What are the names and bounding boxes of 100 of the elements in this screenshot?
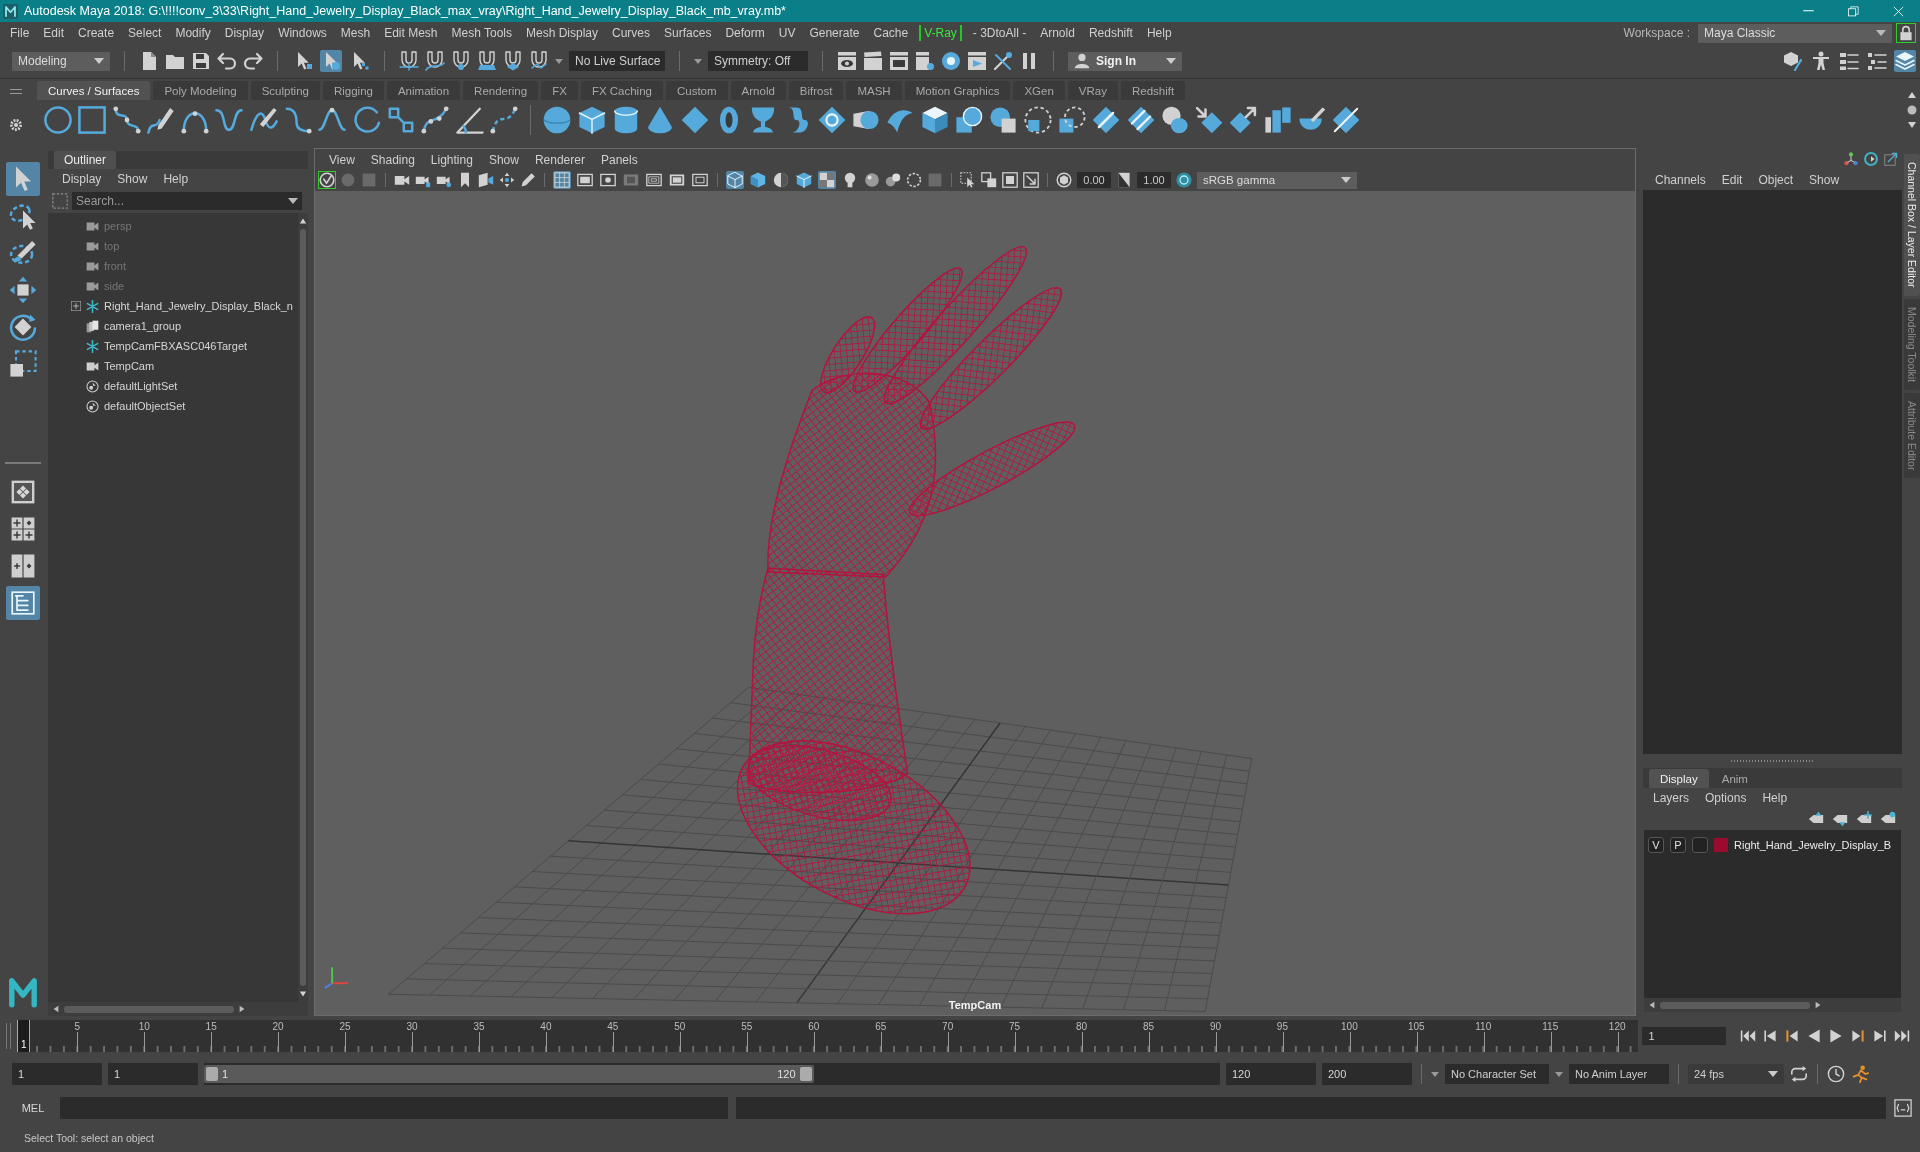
scrollbar-thumb[interactable] [300, 229, 306, 986]
settings-list-icon[interactable] [1866, 50, 1888, 72]
menu-item[interactable]: File [3, 25, 37, 41]
panel-menu-item[interactable]: Options [1697, 791, 1755, 805]
cube-icon[interactable] [577, 106, 606, 134]
shelf-tab[interactable]: Redshift [1120, 81, 1186, 100]
current-frame-marker[interactable]: 1 [17, 1020, 31, 1052]
menu-item[interactable]: Create [71, 25, 122, 41]
search-field[interactable]: Search... [72, 192, 302, 210]
go-to-start-icon[interactable] [1740, 1028, 1757, 1044]
round-dot-icon[interactable] [1907, 104, 1917, 115]
shelf-tab[interactable]: Motion Graphics [904, 81, 1011, 100]
image-plane-icon[interactable] [478, 172, 494, 188]
side-tab[interactable]: Modeling Toolkit [1904, 298, 1920, 390]
clapper-play-icon[interactable] [967, 51, 987, 71]
aperture-icon[interactable] [1056, 172, 1072, 188]
shelf-tab[interactable]: Rigging [322, 81, 384, 100]
grip-handle[interactable] [6, 1023, 11, 1049]
circle-square-icon[interactable] [955, 106, 983, 134]
menu-item[interactable]: UV [771, 25, 803, 41]
running-figure-icon[interactable] [1851, 1065, 1869, 1083]
save-icon[interactable] [191, 51, 211, 71]
magnet-curve-icon[interactable] [425, 51, 445, 71]
menu-item[interactable]: Generate [802, 25, 867, 41]
shelf-tab[interactable]: Rendering [463, 81, 539, 100]
shelf-tab[interactable]: Curves / Surfaces [37, 81, 151, 100]
diamond-icon[interactable] [680, 106, 709, 134]
panel-menu-item[interactable]: Display [54, 172, 110, 186]
scroll-right-icon[interactable] [238, 1005, 246, 1013]
double-striped-diamond-icon[interactable] [1126, 106, 1155, 134]
cube-tool-icon[interactable] [1782, 50, 1804, 72]
close-icon[interactable] [1893, 5, 1904, 17]
menu-item[interactable]: Mesh Display [519, 25, 606, 41]
shelf-tab[interactable]: VRay [1067, 81, 1118, 100]
wave-curve-icon[interactable] [215, 106, 244, 134]
shaded-box-icon[interactable] [920, 106, 949, 134]
linked-squares-icon[interactable] [386, 106, 415, 134]
film-gate-icon[interactable] [576, 171, 594, 189]
menu-item[interactable]: Cache [866, 25, 916, 41]
command-result-field[interactable] [736, 1097, 1886, 1119]
curve-point-icon[interactable] [318, 106, 347, 134]
scroll-right-icon[interactable] [1814, 1001, 1822, 1009]
sphere-icon[interactable] [543, 106, 572, 134]
menu-item[interactable]: Mesh Tools [444, 25, 519, 41]
gamma-field[interactable]: 1.00 [1137, 172, 1171, 188]
curve-points-icon[interactable] [421, 106, 450, 134]
restore-icon[interactable] [1848, 5, 1859, 17]
visibility-toggle[interactable]: V [1648, 837, 1664, 853]
shelf-tab[interactable]: Animation [386, 81, 461, 100]
workspace-dropdown[interactable]: Maya Classic [1698, 23, 1892, 43]
outliner-layout-icon[interactable] [6, 586, 40, 620]
arrow-out-diamond-icon[interactable] [1229, 106, 1258, 134]
side-tab[interactable]: Channel Box / Layer Editor [1904, 154, 1920, 296]
menu-item[interactable]: Surfaces [657, 25, 719, 41]
open-arc-icon[interactable] [352, 106, 381, 134]
overlapping-squares-icon[interactable] [981, 172, 997, 188]
panel-menu-item[interactable]: Lighting [422, 153, 481, 167]
field-chart-icon[interactable] [645, 171, 663, 189]
panel-menu-item[interactable]: Panels [592, 153, 646, 167]
render-view-icon[interactable] [837, 51, 857, 71]
panel-menu-item[interactable]: Renderer [526, 153, 593, 167]
playback-end-field[interactable]: 120 [1226, 1063, 1316, 1085]
panel-menu-item[interactable]: Channels [1647, 173, 1714, 187]
panel-menu-item[interactable]: Object [1750, 173, 1802, 187]
shelf-tab[interactable]: Custom [665, 81, 728, 100]
view-transform-dropdown[interactable]: sRGB gamma [1197, 171, 1357, 189]
splitter-handle[interactable] [1730, 760, 1815, 762]
striped-diamond-icon[interactable] [1092, 106, 1121, 134]
side-tab[interactable]: Attribute Editor [1904, 392, 1920, 479]
undo-icon[interactable] [217, 51, 237, 71]
caret-icon[interactable] [694, 58, 702, 64]
scroll-down-icon[interactable] [299, 990, 307, 998]
lock-icon[interactable] [1896, 23, 1916, 43]
shelf-tab[interactable]: FX [541, 81, 578, 100]
command-input[interactable] [60, 1097, 728, 1119]
pencil-icon[interactable] [520, 172, 536, 188]
outliner-item[interactable]: defaultLightSet [48, 376, 298, 396]
grip-handle[interactable] [10, 89, 22, 94]
scroll-up-icon[interactable] [299, 217, 307, 225]
start-frame-field[interactable]: 1 [12, 1063, 102, 1085]
scroll-left-icon[interactable] [52, 1005, 60, 1013]
range-slider-track[interactable]: 1 120 [204, 1063, 1220, 1085]
diamond-ring-icon[interactable] [817, 106, 846, 134]
time-slider[interactable]: 1 5 10 15 20 25 30 35 40 45 50 55 60 65 70 75 80 85 90 95 100 105 110 115 120 [17, 1020, 1639, 1052]
fps-dropdown[interactable]: 24 fps [1688, 1064, 1784, 1084]
human-figure-icon[interactable] [1810, 50, 1832, 72]
go-to-end-icon[interactable] [1894, 1028, 1911, 1044]
isolate-select-icon[interactable] [960, 172, 976, 188]
outliner-item[interactable]: TempCamFBXASC046Target [48, 336, 298, 356]
shelf-tab[interactable]: XGen [1013, 81, 1065, 100]
menu-item[interactable]: - 3DtoAll - [965, 25, 1034, 41]
menu-item[interactable]: Help [1139, 25, 1179, 41]
scroll-down-icon[interactable] [1907, 119, 1917, 130]
menu-item[interactable]: Deform [718, 25, 772, 41]
menu-item[interactable]: Select [121, 25, 169, 41]
outliner-item[interactable]: Right_Hand_Jewelry_Display_Black_n [48, 296, 298, 316]
menu-item[interactable]: Edit Mesh [377, 25, 445, 41]
dashed-circle-icon[interactable] [1023, 106, 1052, 134]
safe-action-icon[interactable] [668, 171, 686, 189]
magnet-point-icon[interactable] [451, 51, 471, 71]
